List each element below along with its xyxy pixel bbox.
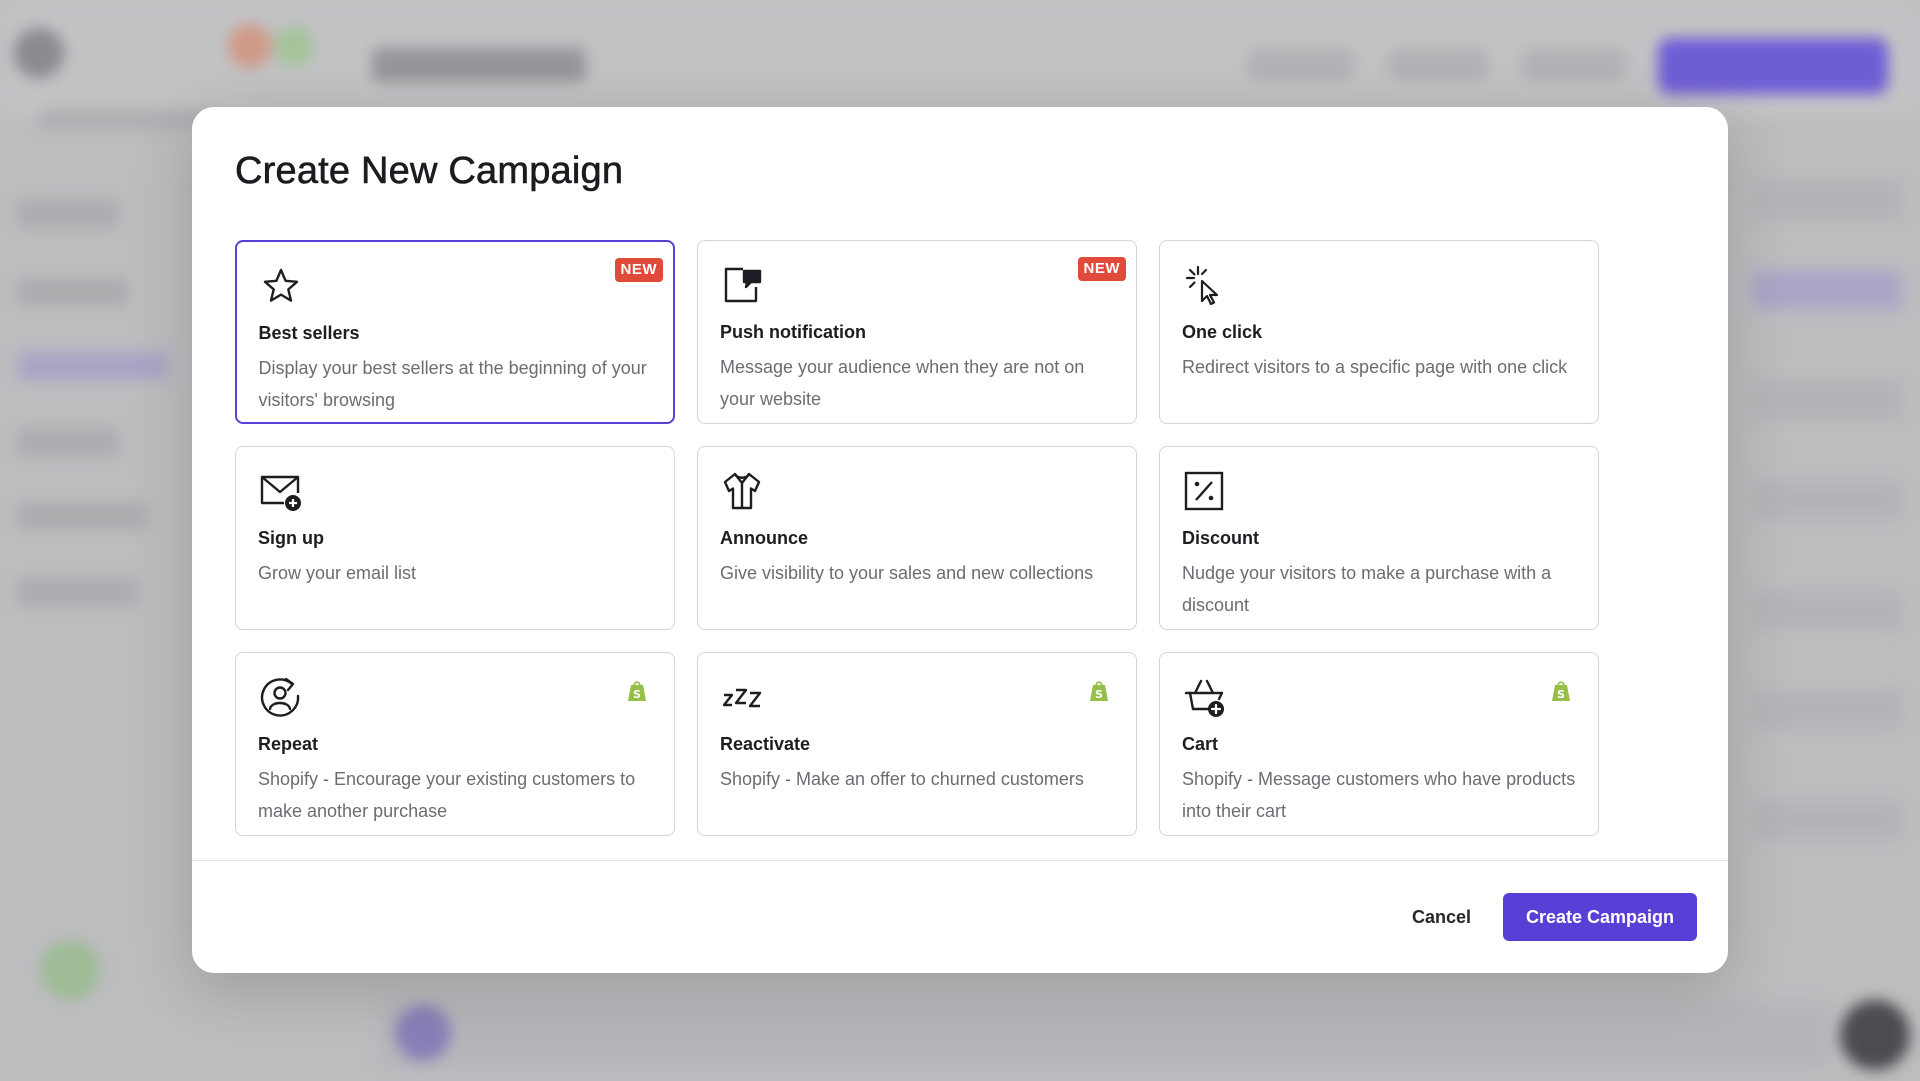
background-row xyxy=(1752,180,1902,220)
background-avatar xyxy=(395,1005,451,1061)
push-notification-icon xyxy=(720,263,764,307)
create-campaign-button[interactable]: Create Campaign xyxy=(1503,893,1697,941)
card-title: Repeat xyxy=(258,734,319,754)
card-title: Announce xyxy=(720,528,808,548)
background-row xyxy=(1752,800,1902,840)
background-tab xyxy=(1520,48,1628,82)
card-title: Reactivate xyxy=(720,734,811,754)
background-sidebar-item xyxy=(18,352,168,380)
card-description: Message your audience when they are not … xyxy=(720,357,1085,409)
background-sidebar-item xyxy=(18,278,128,306)
card-title: Discount xyxy=(1182,528,1260,548)
cancel-button[interactable]: Cancel xyxy=(1398,893,1485,941)
background-row xyxy=(1752,270,1902,310)
new-badge: NEW xyxy=(1077,257,1126,281)
campaign-card-best-sellers[interactable]: NEW Best sellers Display your best selle… xyxy=(235,240,675,424)
basket-plus-icon xyxy=(1182,675,1226,719)
background-logo xyxy=(14,28,64,78)
percent-icon xyxy=(1182,469,1226,513)
card-description: Shopify - Make an offer to churned custo… xyxy=(720,769,1084,789)
new-badge: NEW xyxy=(614,258,663,282)
zzz-icon xyxy=(720,675,764,719)
create-campaign-modal: Create New Campaign NEW Best sellers Dis… xyxy=(192,107,1728,973)
campaign-card-sign-up[interactable]: Sign up Grow your email list xyxy=(235,446,675,630)
card-description: Redirect visitors to a specific page wit… xyxy=(1182,357,1568,377)
background-chat-button xyxy=(1840,1000,1910,1070)
svg-text:S: S xyxy=(1557,688,1565,701)
shopify-icon: S xyxy=(1550,679,1572,703)
background-sidebar-item xyxy=(18,502,148,530)
svg-text:S: S xyxy=(1095,688,1103,701)
repeat-user-icon xyxy=(258,675,302,719)
background-sidebar-item xyxy=(18,578,138,606)
campaign-card-one-click[interactable]: One click Redirect visitors to a specifi… xyxy=(1159,240,1599,424)
campaign-card-cart[interactable]: S Cart Shopify - Message customers who h… xyxy=(1159,652,1599,836)
background-row xyxy=(1752,480,1902,520)
card-title: One click xyxy=(1182,322,1263,342)
background-row xyxy=(1752,380,1902,420)
card-description: Display your best sellers at the beginni… xyxy=(258,357,647,410)
card-title: Best sellers xyxy=(258,322,360,343)
footer-divider xyxy=(192,860,1728,861)
background-title xyxy=(372,48,586,82)
background-sidebar-item xyxy=(18,428,118,456)
background-sidebar-item xyxy=(18,200,118,228)
shopify-icon: S xyxy=(626,679,648,703)
card-description: Give visibility to your sales and new co… xyxy=(720,563,1094,583)
campaign-type-grid: NEW Best sellers Display your best selle… xyxy=(235,240,1599,836)
background-tab xyxy=(1246,48,1356,82)
background-avatar xyxy=(274,26,314,66)
background-tab xyxy=(1386,48,1490,82)
card-title: Sign up xyxy=(258,528,324,548)
background-footer-bar xyxy=(380,1000,1830,1070)
modal-title: Create New Campaign xyxy=(235,150,624,193)
campaign-card-announce[interactable]: Announce Give visibility to your sales a… xyxy=(697,446,1137,630)
svg-text:S: S xyxy=(633,688,641,701)
campaign-card-repeat[interactable]: S Repeat Shopify - Encourage your existi… xyxy=(235,652,675,836)
card-description: Nudge your visitors to make a purchase w… xyxy=(1182,563,1552,615)
shopify-icon: S xyxy=(1088,679,1110,703)
cursor-click-icon xyxy=(1182,263,1226,307)
campaign-card-reactivate[interactable]: S Reactivate Shopify - Make an offer to … xyxy=(697,652,1137,836)
star-icon xyxy=(259,264,303,308)
card-description: Grow your email list xyxy=(258,563,417,583)
mail-plus-icon xyxy=(258,469,302,513)
background-cta-button xyxy=(1658,38,1888,94)
campaign-card-push-notification[interactable]: NEW Push notification Message your audie… xyxy=(697,240,1137,424)
card-title: Cart xyxy=(1182,734,1219,754)
card-title: Push notification xyxy=(720,322,866,342)
tshirt-icon xyxy=(720,469,764,513)
card-description: Shopify - Message customers who have pro… xyxy=(1182,769,1576,821)
background-help-bubble xyxy=(40,940,100,1000)
background-avatar xyxy=(228,24,272,68)
background-row xyxy=(1752,690,1902,730)
campaign-card-discount[interactable]: Discount Nudge your visitors to make a p… xyxy=(1159,446,1599,630)
card-description: Shopify - Encourage your existing custom… xyxy=(258,769,636,821)
background-row xyxy=(1752,590,1902,630)
